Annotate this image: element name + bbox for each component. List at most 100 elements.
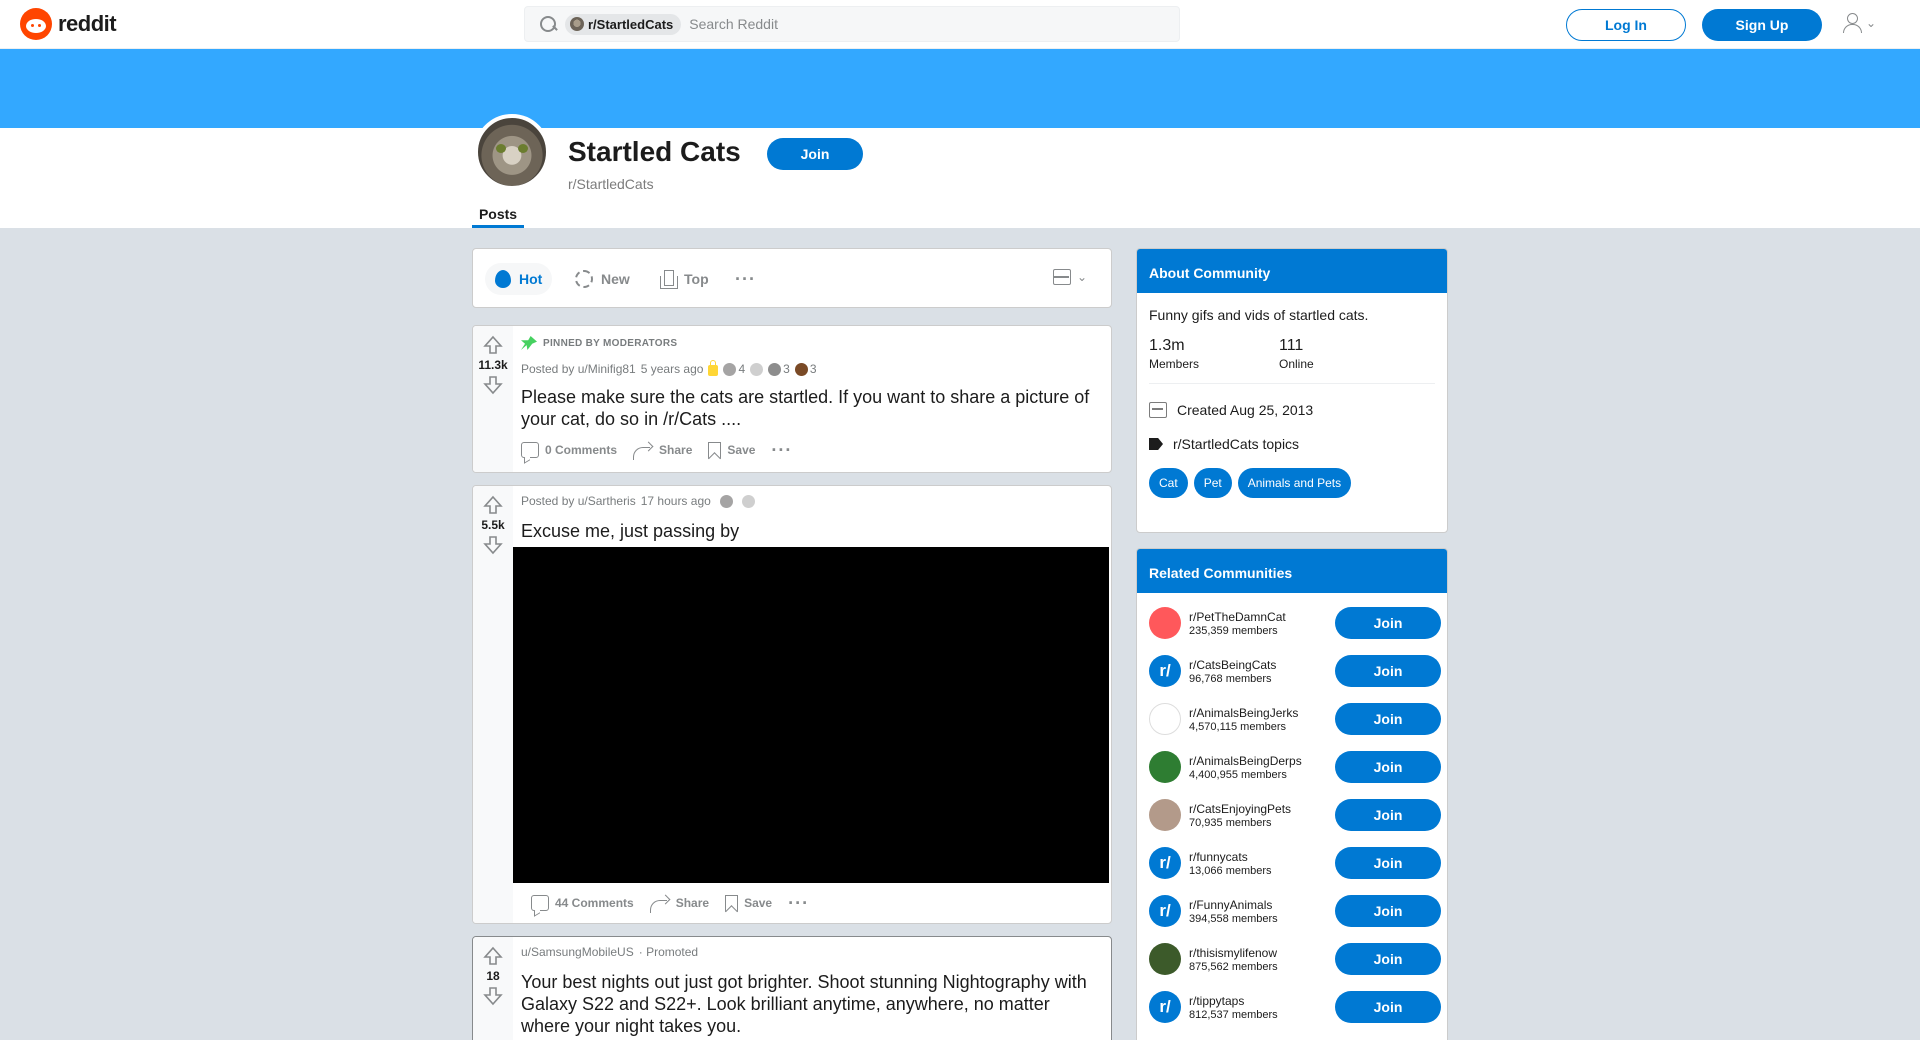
- related-join-button[interactable]: Join: [1335, 895, 1441, 927]
- upvote-icon[interactable]: [482, 334, 504, 356]
- more-options-button[interactable]: ···: [782, 887, 815, 919]
- related-community-row[interactable]: r/AnimalsBeingDerps 4,400,955 members Join: [1149, 747, 1441, 787]
- signup-button[interactable]: Sign Up: [1702, 9, 1822, 41]
- post-author[interactable]: Posted by u/Minifig81: [521, 362, 636, 376]
- post-age[interactable]: 17 hours ago: [641, 494, 711, 508]
- comments-label: 44 Comments: [555, 896, 634, 910]
- upvote-icon[interactable]: [482, 945, 504, 967]
- online-stat: 111 Online: [1279, 337, 1409, 371]
- pin-icon: [521, 336, 537, 350]
- share-button[interactable]: Share: [627, 434, 698, 466]
- related-community-info: r/funnycats 13,066 members: [1189, 850, 1331, 877]
- downvote-icon[interactable]: [482, 534, 504, 556]
- related-community-name[interactable]: r/AnimalsBeingJerks: [1189, 706, 1331, 720]
- user-menu-button[interactable]: ⌄: [1842, 12, 1876, 34]
- post-card[interactable]: 11.3k PINNED BY MODERATORS Posted by u/M…: [472, 325, 1112, 473]
- chevron-down-icon: ⌄: [1077, 270, 1088, 284]
- community-avatar-icon: [1149, 943, 1181, 975]
- related-join-button[interactable]: Join: [1335, 655, 1441, 687]
- post-meta: Posted by u/Sartheris 17 hours ago: [521, 492, 1103, 510]
- related-community-members: 235,359 members: [1189, 624, 1278, 637]
- share-button[interactable]: Share: [644, 887, 715, 919]
- related-community-row[interactable]: r/PetTheDamnCat 235,359 members Join: [1149, 603, 1441, 643]
- save-button[interactable]: Save: [719, 887, 778, 919]
- created-text: Created Aug 25, 2013: [1177, 402, 1314, 418]
- comments-button[interactable]: 0 Comments: [515, 434, 623, 466]
- related-community-name[interactable]: r/CatsEnjoyingPets: [1189, 802, 1331, 816]
- related-community-name[interactable]: r/CatsBeingCats: [1189, 658, 1331, 672]
- post-title[interactable]: Please make sure the cats are startled. …: [521, 386, 1103, 430]
- award-count: 4: [738, 362, 746, 376]
- login-button[interactable]: Log In: [1566, 9, 1686, 41]
- tag-icon: [1149, 438, 1163, 450]
- save-button[interactable]: Save: [702, 434, 761, 466]
- related-community-name[interactable]: r/thisismylifenow: [1189, 946, 1331, 960]
- community-avatar-icon: r/: [1149, 655, 1181, 687]
- related-community-name[interactable]: r/PetTheDamnCat: [1189, 610, 1331, 624]
- related-join-button[interactable]: Join: [1335, 799, 1441, 831]
- related-community-name[interactable]: r/AnimalsBeingDerps: [1189, 754, 1331, 768]
- award-icon: [741, 494, 755, 508]
- community-join-button[interactable]: Join: [767, 138, 863, 170]
- community-avatar-icon: [1149, 607, 1181, 639]
- about-community-card: About Community Funny gifs and vids of s…: [1136, 248, 1448, 533]
- post-meta: u/SamsungMobileUS · Promoted: [521, 943, 1103, 961]
- comments-button[interactable]: 44 Comments: [525, 887, 640, 919]
- layout-switch[interactable]: ⌄: [1053, 269, 1087, 285]
- post-author[interactable]: u/SamsungMobileUS: [521, 945, 634, 959]
- more-options-button[interactable]: ···: [765, 434, 798, 466]
- search-chip-label: r/StartledCats: [588, 16, 674, 32]
- related-community-row[interactable]: r/AnimalsBeingJerks 4,570,115 members Join: [1149, 699, 1441, 739]
- related-community-name[interactable]: r/funnycats: [1189, 850, 1331, 864]
- related-community-row[interactable]: r/CatsEnjoyingPets 70,935 members Join: [1149, 795, 1441, 835]
- related-join-button[interactable]: Join: [1335, 703, 1441, 735]
- divider: [1149, 383, 1435, 384]
- about-header: About Community: [1137, 249, 1447, 293]
- topic-tag[interactable]: Pet: [1193, 468, 1232, 498]
- post-title[interactable]: Your best nights out just got brighter. …: [521, 971, 1103, 1037]
- downvote-icon[interactable]: [482, 985, 504, 1007]
- sort-more-button[interactable]: ···: [725, 263, 766, 295]
- sort-hot-button[interactable]: Hot: [485, 263, 553, 295]
- post-age[interactable]: 5 years ago: [641, 362, 704, 376]
- related-community-row[interactable]: r/thisismylifenow 875,562 members Join: [1149, 939, 1441, 979]
- community-name: r/StartledCats: [568, 176, 654, 192]
- sort-top-button[interactable]: Top: [650, 263, 719, 295]
- post-card[interactable]: 5.5k Posted by u/Sartheris 17 hours ago …: [472, 485, 1112, 924]
- post-title[interactable]: Excuse me, just passing by: [521, 520, 1103, 542]
- sort-top-label: Top: [684, 271, 709, 287]
- video-player[interactable]: [513, 547, 1109, 883]
- community-stats: 1.3m Members 111 Online: [1137, 323, 1447, 371]
- related-community-row[interactable]: r/r/tippytaps 812,537 members Join: [1149, 987, 1441, 1027]
- related-community-info: r/PetTheDamnCat 235,359 members: [1189, 610, 1331, 637]
- members-stat: 1.3m Members: [1149, 337, 1279, 371]
- chevron-down-icon: ⌄: [1866, 16, 1877, 30]
- related-join-button[interactable]: Join: [1335, 991, 1441, 1023]
- topic-tag[interactable]: Cat: [1149, 468, 1188, 498]
- search-community-chip[interactable]: r/StartledCats: [565, 13, 682, 35]
- tab-posts[interactable]: Posts: [472, 206, 524, 228]
- upvote-icon[interactable]: [482, 494, 504, 516]
- award-count: 3: [809, 362, 817, 376]
- pinned-text: PINNED BY MODERATORS: [543, 337, 678, 349]
- related-community-row[interactable]: r/r/CatsBeingCats 96,768 members Join: [1149, 651, 1441, 691]
- related-community-row[interactable]: r/r/funnycats 13,066 members Join: [1149, 843, 1441, 883]
- search-bar[interactable]: r/StartledCats: [524, 6, 1180, 42]
- related-join-button[interactable]: Join: [1335, 847, 1441, 879]
- related-community-name[interactable]: r/tippytaps: [1189, 994, 1331, 1008]
- related-join-button[interactable]: Join: [1335, 607, 1441, 639]
- post-author[interactable]: Posted by u/Sartheris: [521, 494, 636, 508]
- related-community-name[interactable]: r/FunnyAnimals: [1189, 898, 1331, 912]
- downvote-icon[interactable]: [482, 374, 504, 396]
- promoted-post-card[interactable]: 18 u/SamsungMobileUS · Promoted Your bes…: [472, 936, 1112, 1040]
- sort-new-button[interactable]: New: [565, 263, 640, 295]
- search-input[interactable]: [689, 16, 1070, 32]
- flame-icon: [495, 270, 511, 288]
- related-join-button[interactable]: Join: [1335, 751, 1441, 783]
- comment-icon: [521, 442, 539, 458]
- topic-tag[interactable]: Animals and Pets: [1237, 468, 1352, 498]
- reddit-logo[interactable]: reddit: [20, 8, 117, 40]
- save-label: Save: [744, 896, 773, 910]
- related-community-row[interactable]: r/r/FunnyAnimals 394,558 members Join: [1149, 891, 1441, 931]
- related-join-button[interactable]: Join: [1335, 943, 1441, 975]
